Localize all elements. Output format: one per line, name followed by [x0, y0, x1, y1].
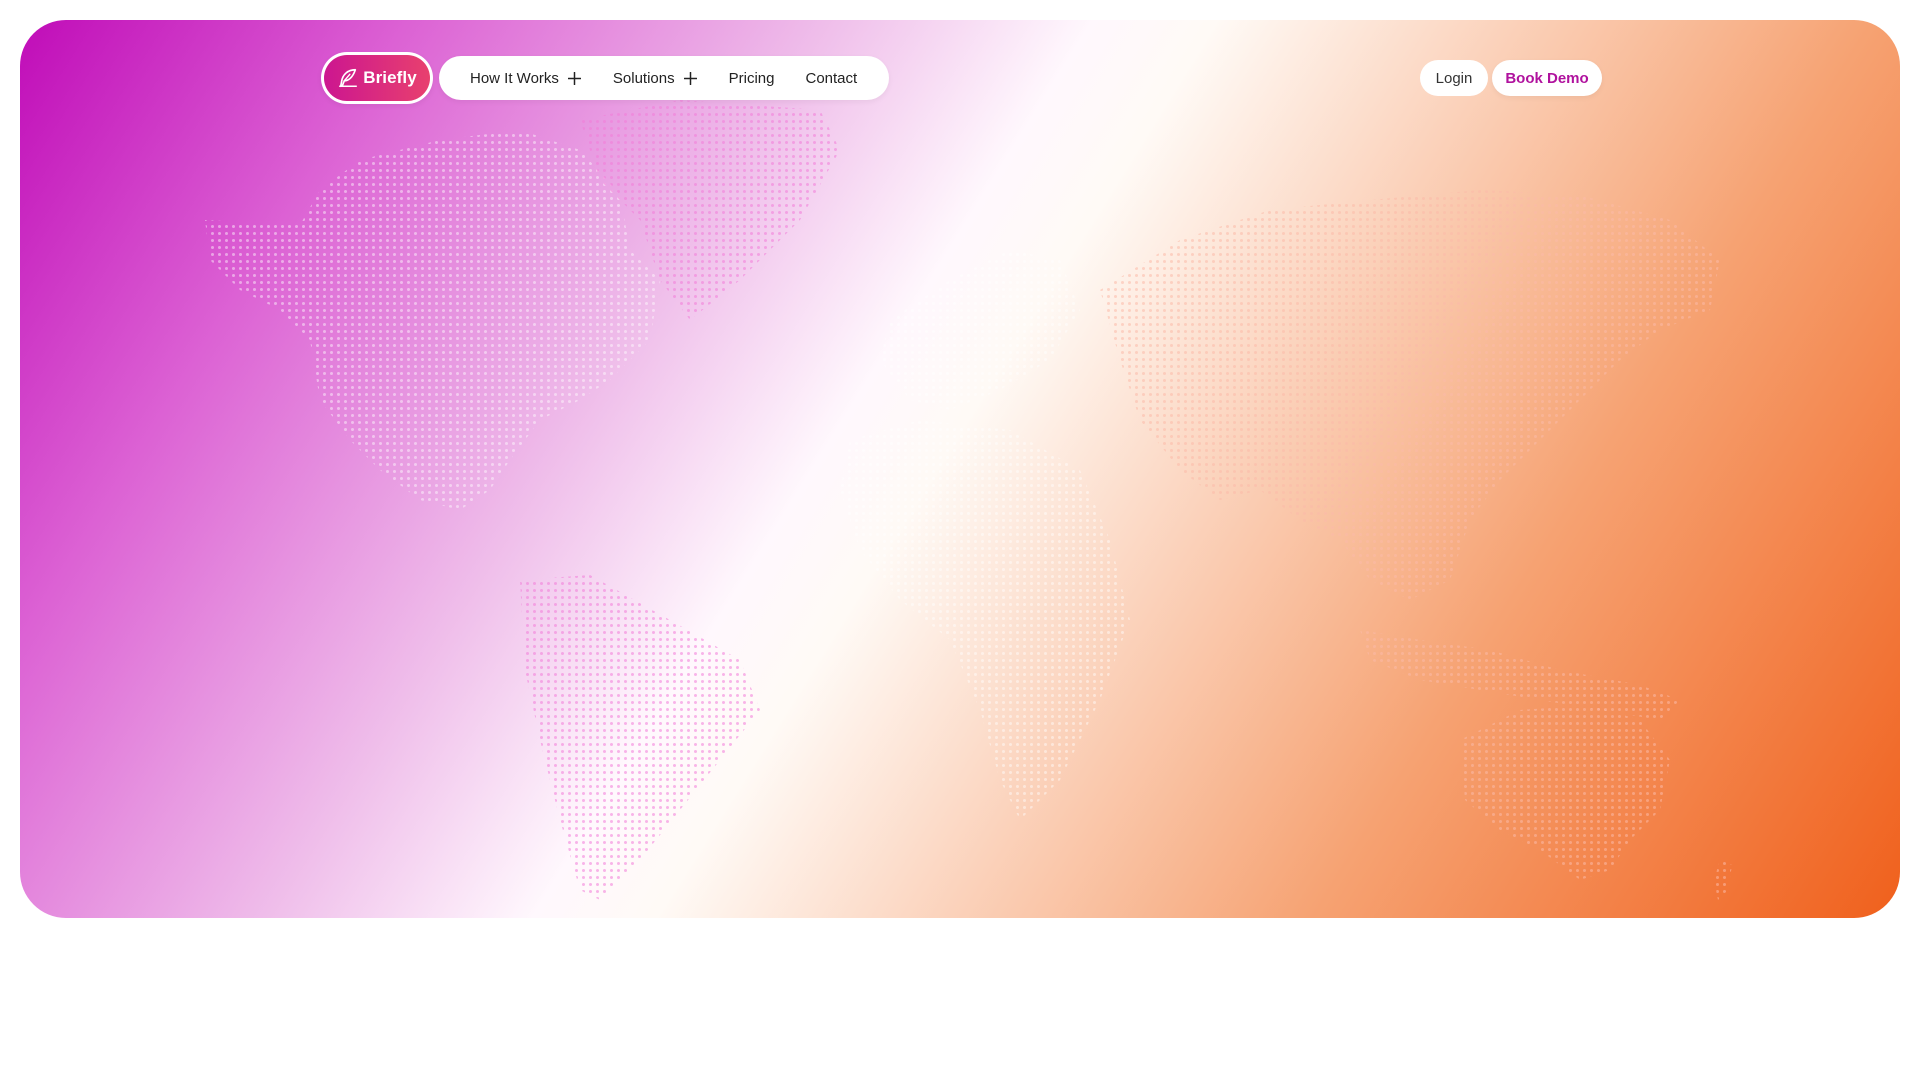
- menu-item-solutions[interactable]: Solutions: [613, 70, 697, 87]
- main-menu: How It Works Solutions Pricing Contact: [439, 56, 889, 100]
- brand-logo[interactable]: Briefly: [321, 52, 433, 104]
- continent-indonesia: [1360, 630, 1680, 720]
- plus-icon: [567, 71, 581, 85]
- hero-section: Briefly How It Works Solutions Pricing C…: [20, 20, 1900, 918]
- continent-south-america: [520, 575, 760, 900]
- menu-item-how-it-works[interactable]: How It Works: [470, 70, 581, 87]
- continent-asia: [1100, 190, 1720, 600]
- continent-europe: [880, 250, 1080, 410]
- world-map-dots: [205, 100, 1732, 900]
- continent-australia: [1460, 705, 1670, 880]
- menu-item-label: Pricing: [728, 69, 775, 87]
- continent-africa: [840, 420, 1130, 820]
- menu-item-contact[interactable]: Contact: [805, 70, 857, 87]
- feather-icon: [339, 68, 358, 88]
- menu-item-label: Solutions: [612, 69, 675, 87]
- continent-north-america: [205, 130, 660, 510]
- plus-icon: [683, 71, 697, 85]
- brand-name: Briefly: [363, 68, 417, 87]
- continent-new-zealand: [1714, 860, 1732, 900]
- logo-badge: Briefly: [324, 55, 430, 101]
- menu-item-label: Contact: [805, 69, 858, 87]
- book-demo-button[interactable]: Book Demo: [1492, 60, 1602, 96]
- login-button[interactable]: Login: [1420, 60, 1488, 96]
- menu-item-pricing[interactable]: Pricing: [729, 70, 775, 87]
- menu-item-label: How It Works: [470, 69, 559, 87]
